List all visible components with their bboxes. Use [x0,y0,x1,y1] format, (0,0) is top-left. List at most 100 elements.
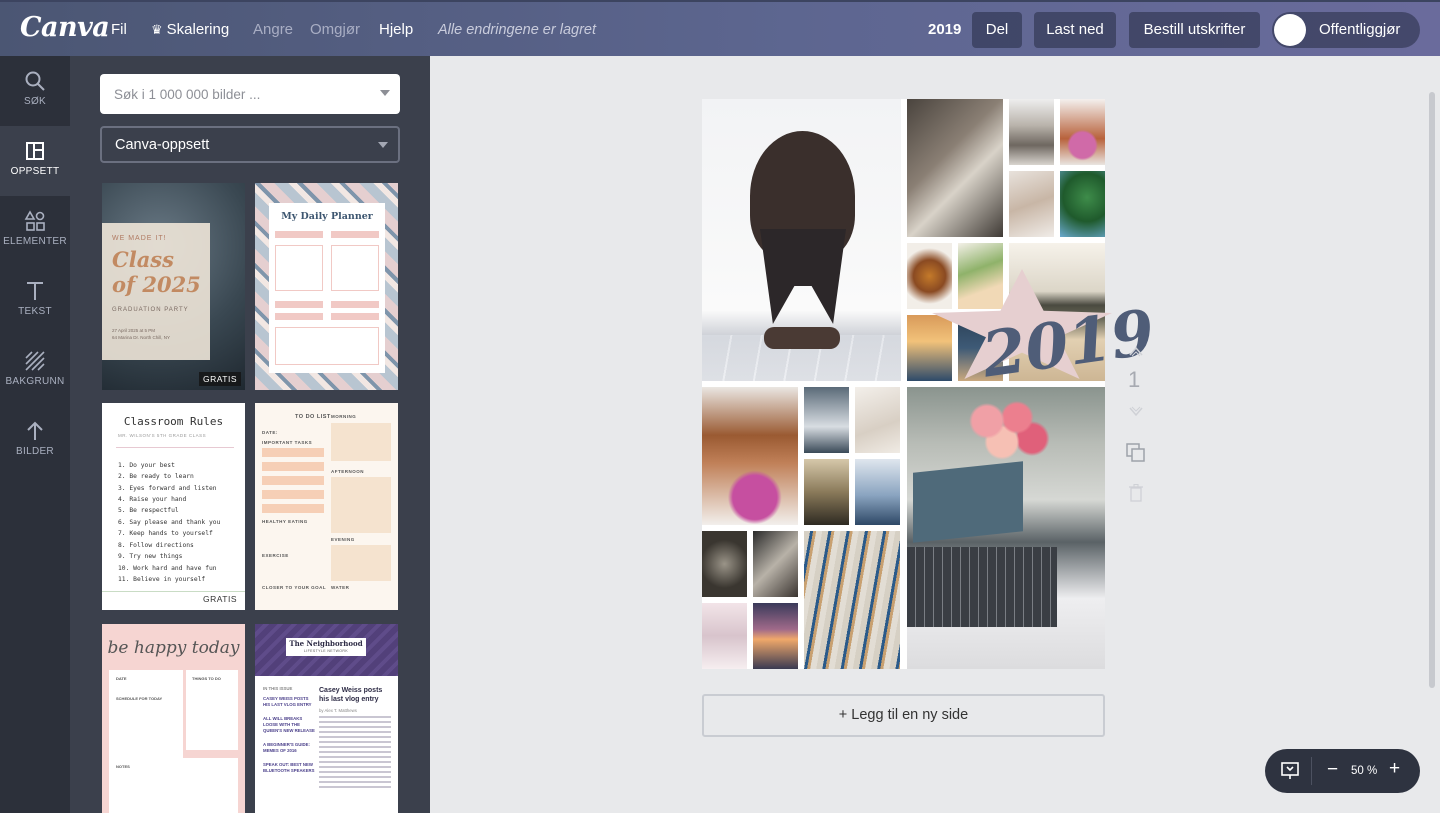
rule-item: 11. Believe in yourself [118,576,206,583]
year-sticker[interactable]: 2019 [932,269,1159,392]
download-button[interactable]: Last ned [1034,12,1116,48]
text-line [319,716,391,718]
document-title[interactable]: 2019 [928,21,961,38]
rail-item-layouts[interactable]: OPPSETT [0,126,70,196]
photo-oils-flowers[interactable] [702,387,798,525]
rail-item-elements[interactable]: ELEMENTER [0,196,70,266]
photo-meditation[interactable] [702,603,747,669]
template-title: be happy today [107,638,240,658]
photo-desk[interactable] [804,387,849,453]
photo-stones[interactable] [1009,99,1054,165]
rule-item: 5. Be respectful [118,507,179,514]
crown-icon: ♛ [151,22,163,37]
text-line [319,761,391,763]
template-text: EXERCISE [262,553,289,558]
photo-ocean-sunset[interactable] [753,603,798,669]
template-text: SCHEDULE FOR TODAY [116,696,163,701]
text-line [319,771,391,773]
help-menu[interactable]: Hjelp [379,21,413,38]
template-daily-planner[interactable]: My Daily Planner [255,183,398,390]
rail-label: OPPSETT [10,166,60,177]
move-up-icon[interactable] [1128,344,1144,362]
canva-logo[interactable]: Canva [20,12,110,43]
left-rail: SØK OPPSETT ELEMENTER TEKST BAKGRUNN BIL… [0,56,70,813]
rail-item-background[interactable]: BAKGRUNN [0,336,70,406]
photo-laptop-flowers[interactable] [907,387,1105,669]
chevron-down-icon[interactable] [380,90,390,96]
template-details: 27 April 2025 at 5 PM 64 Marina Dr. North… [112,327,202,341]
rule-item: 6. Say please and thank you [118,519,221,526]
template-sidebar-text: CASEY WEISS POSTS HIS LAST VLOG ENTRY [263,696,312,707]
zoom-in-button[interactable]: + [1389,758,1400,780]
duplicate-page-icon[interactable] [1125,442,1147,469]
template-text: 64 Marina Dr. North Chill, NY [112,335,171,340]
text-line [319,741,391,743]
text-line [319,746,391,748]
template-neighborhood[interactable]: The Neighborhood LIFESTYLE NETWORK Casey… [255,624,398,813]
photo-laptop-screen [913,461,1023,543]
photo-leaves[interactable] [1060,171,1105,237]
zoom-out-button[interactable]: − [1327,759,1338,781]
template-classroom-rules[interactable]: Classroom Rules MR. WILSON'S 5TH GRADE C… [102,403,245,610]
design-page[interactable]: 2019 [702,99,1159,669]
photo-massage[interactable] [1009,171,1054,237]
resize-button[interactable]: ♛ Skalering [151,21,229,38]
template-text: DATE: [262,430,278,435]
order-prints-button[interactable]: Bestill utskrifter [1129,12,1260,48]
vertical-scrollbar[interactable] [1429,92,1435,688]
task-field [262,462,324,471]
rail-label: BILDER [16,446,54,457]
template-text: Class [112,247,174,272]
template-sidebar-text: SPEAK OUT: BEST NEW BLUETOOTH SPEAKERS [263,762,315,773]
text-line [319,766,391,768]
photo-notebook[interactable] [855,387,900,453]
photo-oils[interactable] [1060,99,1105,165]
text-line [319,731,391,733]
search-icon [25,71,45,91]
template-text: 27 April 2025 at 5 PM [112,328,156,333]
add-page-button[interactable]: + Legg til en ny side [702,694,1105,737]
rail-item-uploads[interactable]: BILDER [0,406,70,476]
layout-icon [26,142,44,160]
rule-item: 2. Be ready to learn [118,473,194,480]
template-title: TO DO LIST [295,414,331,420]
template-todo-list[interactable]: TO DO LIST DATE: IMPORTANT TASKS MORNING… [255,403,398,610]
template-text: MORNING [331,414,357,419]
photo-brushes-small[interactable] [753,531,798,597]
image-search[interactable] [100,74,400,114]
template-be-happy[interactable]: be happy today DATE THINGS TO DO SCHEDUL… [102,624,245,813]
publish-toggle[interactable]: Offentliggjør [1272,12,1420,48]
presentation-icon[interactable] [1280,761,1300,781]
top-bar: Canva Fil ♛ Skalering Angre Omgjør Hjelp … [0,0,1440,56]
text-line [319,726,391,728]
text-line [319,776,391,778]
photo-lake[interactable] [855,459,900,525]
file-menu[interactable]: Fil [111,21,127,38]
layout-dropdown[interactable]: Canva-oppsett [100,126,400,163]
search-input[interactable] [100,74,360,114]
redo-button[interactable]: Omgjør [310,21,360,38]
template-text: THINGS TO DO [192,676,221,681]
template-graduation[interactable]: WE MADE IT! Class of 2025 GRADUATION PART… [102,183,245,390]
important-field [331,313,379,320]
rail-item-text[interactable]: TEKST [0,266,70,336]
template-text: AFTERNOON [331,469,364,474]
photo-group-yoga[interactable] [804,459,849,525]
template-text: NOTES [116,764,130,769]
photo-yoga[interactable] [702,99,901,381]
zoom-level[interactable]: 50 % [1351,765,1377,777]
move-down-icon[interactable] [1128,405,1144,423]
morning-box [331,423,391,461]
text-line [319,721,391,723]
free-badge: GRATIS [202,594,237,604]
evening-box [331,545,391,581]
trash-icon[interactable] [1129,483,1143,507]
template-byline: by Alex T. Matthews [319,708,357,713]
undo-button[interactable]: Angre [253,21,293,38]
side-panel: Canva-oppsett WE MADE IT! Classof 2025 G… [70,56,430,813]
photo-bowl[interactable] [702,531,747,597]
photo-paint-brushes[interactable] [804,531,900,669]
rail-item-search[interactable]: SØK [0,56,70,126]
photo-journal[interactable] [907,99,1003,237]
share-button[interactable]: Del [972,12,1022,48]
